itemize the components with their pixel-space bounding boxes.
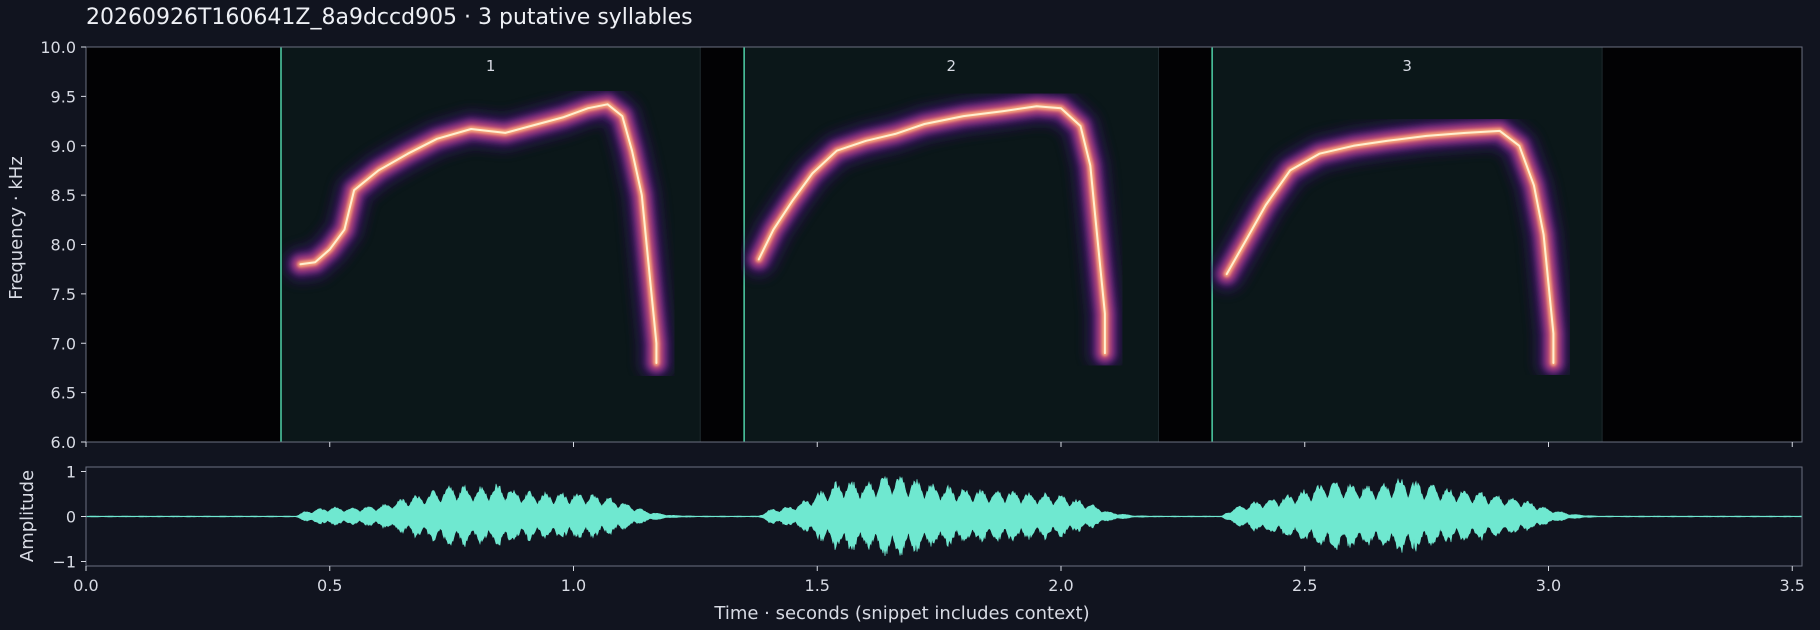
spectrogram-ytick-label: 6.5 bbox=[51, 384, 76, 403]
waveform-xtick-label: 2.5 bbox=[1292, 576, 1317, 595]
waveform-xtick-label: 3.0 bbox=[1536, 576, 1561, 595]
waveform-xtick-label: 3.5 bbox=[1780, 576, 1805, 595]
waveform-xtick-label: 1.5 bbox=[805, 576, 830, 595]
spectrogram-ytick-label: 8.0 bbox=[51, 236, 76, 255]
waveform-xlabel: Time · seconds (snippet includes context… bbox=[713, 603, 1089, 624]
spectrogram-ytick-label: 10.0 bbox=[40, 38, 76, 57]
spectrogram-ytick-label: 9.0 bbox=[51, 137, 76, 156]
spectrogram-ytick-label: 7.0 bbox=[51, 334, 76, 353]
spectrogram-ytick-label: 8.5 bbox=[51, 186, 76, 205]
waveform-xtick-label: 1.0 bbox=[561, 576, 586, 595]
syllable-label-3: 3 bbox=[1402, 57, 1412, 75]
waveform-axes: −1 0 1 0.0 0.5 1.0 1.5 2.0 2.5 3.0 3.5 bbox=[52, 463, 1805, 596]
spectrogram-ylabel: Frequency · kHz bbox=[6, 156, 27, 300]
waveform-ytick-label: −1 bbox=[52, 553, 76, 572]
waveform-ytick-label: 1 bbox=[66, 463, 76, 482]
syllable-label-1: 1 bbox=[486, 57, 496, 75]
spectrogram-ytick-label: 9.5 bbox=[51, 87, 76, 106]
spectrogram-axes: 1 2 3 6.0 6.5 7.0 7.5 8.0 8.5 9.0 9.5 10.0 bbox=[40, 38, 1803, 452]
waveform-xtick-label: 0.0 bbox=[73, 576, 98, 595]
figure: 20260926T160641Z_8a9dccd905 · 3 putative… bbox=[0, 0, 1820, 630]
waveform-xtick-label: 0.5 bbox=[317, 576, 342, 595]
spectrogram-ytick-label: 6.0 bbox=[51, 433, 76, 452]
figure-title: 20260926T160641Z_8a9dccd905 · 3 putative… bbox=[86, 5, 693, 30]
syllable-label-2: 2 bbox=[947, 57, 957, 75]
spectrogram-ytick-label: 7.5 bbox=[51, 285, 76, 304]
waveform-xtick-label: 2.0 bbox=[1048, 576, 1073, 595]
waveform-ylabel: Amplitude bbox=[17, 470, 38, 562]
waveform-ytick-label: 0 bbox=[66, 508, 76, 527]
figure-svg: 20260926T160641Z_8a9dccd905 · 3 putative… bbox=[6, 5, 1805, 624]
